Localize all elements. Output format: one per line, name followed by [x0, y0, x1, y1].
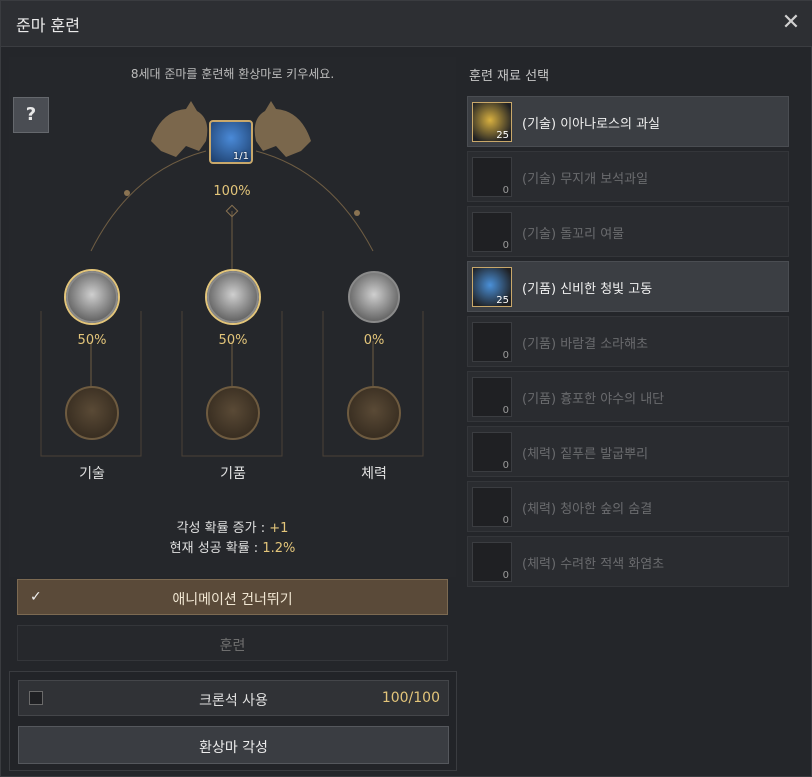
material-name: (체력) 수려한 적색 화염초 [522, 557, 665, 572]
material-select-title: 훈련 재료 선택 [469, 69, 550, 84]
material-count: 25 [496, 295, 509, 306]
probability-info: 각성 확률 증가 : +1 현재 성공 확률 : 1.2% [9, 507, 456, 569]
awaken-button-label: 환상마 각성 [199, 740, 268, 756]
material-name: (기술) 무지개 보석과일 [522, 172, 649, 187]
success-prob-value: 1.2% [262, 541, 296, 556]
material-count: 0 [502, 515, 509, 526]
material-name: (기품) 바람결 소라해초 [522, 337, 649, 352]
material-item[interactable]: 0 (기품) 바람결 소라해초 [467, 316, 789, 367]
material-icon: 0 [472, 377, 512, 417]
material-item[interactable]: 0 (기품) 흉포한 야수의 내단 [467, 371, 789, 422]
help-button[interactable]: ? [13, 97, 49, 133]
skip-animation-label: 애니메이션 건너뛰기 [172, 592, 293, 608]
material-item[interactable]: 0 (체력) 짙푸른 발굽뿌리 [467, 426, 789, 477]
awaken-section: 크론석 사용 100/100 환상마 각성 [9, 671, 457, 771]
material-count: 0 [502, 570, 509, 581]
material-item[interactable]: 0 (체력) 청아한 숲의 숨결 [467, 481, 789, 532]
skill-label: 기술 [79, 466, 105, 482]
material-icon: 0 [472, 432, 512, 472]
success-prob-label: 현재 성공 확률 : [169, 541, 263, 556]
skill-slot[interactable] [65, 386, 119, 440]
material-count: 0 [502, 405, 509, 416]
skill-percent: 50% [77, 333, 107, 348]
material-icon: 0 [472, 487, 512, 527]
material-icon: 0 [472, 212, 512, 252]
chronos-count: 100/100 [381, 690, 440, 706]
material-item[interactable]: 0 (기술) 돌꼬리 여물 [467, 206, 789, 257]
train-button-label: 훈련 [219, 638, 246, 654]
material-count: 25 [496, 130, 509, 141]
material-name: (기품) 흉포한 야수의 내단 [522, 392, 665, 407]
material-count: 0 [502, 460, 509, 471]
horse-center-icon[interactable]: 1/1 [209, 120, 253, 164]
skip-animation-toggle[interactable]: ✓ 애니메이션 건너뛰기 [17, 579, 448, 615]
material-name: (체력) 짙푸른 발굽뿌리 [522, 447, 649, 462]
material-name: (기술) 이아나로스의 과실 [522, 117, 661, 132]
chronos-row: 크론석 사용 100/100 [18, 680, 449, 716]
stamina-icon[interactable] [348, 271, 400, 323]
material-name: (기술) 돌꼬리 여물 [522, 227, 625, 242]
material-icon: 0 [472, 542, 512, 582]
center-percent: 100% [213, 184, 251, 199]
stamina-slot[interactable] [347, 386, 401, 440]
material-count: 0 [502, 185, 509, 196]
material-icon: 0 [472, 157, 512, 197]
material-icon: 0 [472, 322, 512, 362]
material-count: 0 [502, 240, 509, 251]
awaken-prob-label: 각성 확률 증가 : [176, 521, 270, 536]
training-window: 준마 훈련 ✕ 8세대 준마를 훈련해 환상마로 키우세요. ? 1/1 100… [0, 0, 812, 777]
center-count: 1/1 [232, 151, 249, 162]
material-item[interactable]: 25 (기품) 신비한 청빛 고동 [467, 261, 789, 312]
material-item[interactable]: 25 (기술) 이아나로스의 과실 [467, 96, 789, 147]
material-name: (체력) 청아한 숲의 숨결 [522, 502, 653, 517]
awaken-button[interactable]: 환상마 각성 [18, 726, 449, 764]
skill-icon[interactable] [66, 271, 118, 323]
grace-slot[interactable] [206, 386, 260, 440]
grace-percent: 50% [218, 333, 248, 348]
material-icon: 25 [472, 267, 512, 307]
material-icon: 25 [472, 102, 512, 142]
material-item[interactable]: 0 (체력) 수려한 적색 화염초 [467, 536, 789, 587]
train-button[interactable]: 훈련 [17, 625, 448, 661]
material-count: 0 [502, 350, 509, 361]
material-name: (기품) 신비한 청빛 고동 [522, 282, 653, 297]
material-list: 25 (기술) 이아나로스의 과실 0 (기술) 무지개 보석과일 0 (기술) 돌꼬리 … [467, 96, 789, 591]
stamina-percent: 0% [363, 333, 385, 348]
grace-icon[interactable] [207, 271, 259, 323]
grace-label: 기품 [220, 466, 246, 482]
awaken-prob-value: +1 [269, 521, 289, 536]
close-icon[interactable]: ✕ [777, 9, 805, 37]
material-item[interactable]: 0 (기술) 무지개 보석과일 [467, 151, 789, 202]
stamina-label: 체력 [361, 466, 387, 482]
